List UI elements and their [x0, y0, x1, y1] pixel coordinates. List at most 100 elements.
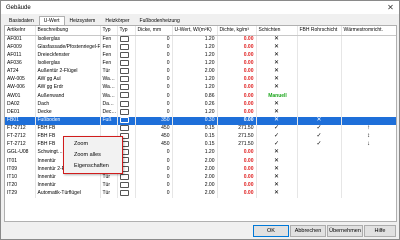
table-row[interactable]: AF036 Isolierglas Fen 0 1.20 0.00 ✕ [5, 59, 396, 68]
cell-beschreibung: AW gg Aul [35, 76, 101, 85]
cell-waermestrom [341, 76, 396, 85]
cell-artikelnr: DE01 [5, 108, 36, 117]
table-row[interactable]: AW01 Außenwand Wa… 0 0.86 0.00 Manuell [5, 92, 396, 101]
table-row[interactable]: DA02 Dach Da… 0 0.26 0.00 ✕ [5, 100, 396, 109]
table-row[interactable]: IT20 Innentür Tür 0 2.00 0.00 ✕ [5, 181, 396, 190]
cell-u-wert: 1.20 [172, 35, 218, 44]
cell-artikelnr: FT-2712 [5, 124, 36, 133]
cell-u-wert: 2.00 [172, 189, 218, 198]
cell-dicke: 0 [135, 189, 173, 198]
cell-typ-icon [117, 108, 136, 117]
cell-artikelnr: IT20 [5, 181, 36, 190]
cell-fbh [297, 92, 342, 101]
table-row[interactable]: FB01 Fußboden Fuß 350 0.30 0.00 ✕ ✕ [5, 116, 396, 125]
cell-typ: Wa… [100, 84, 118, 93]
cell-schichten: ✕ [256, 165, 298, 174]
cell-waermestrom [341, 92, 396, 101]
menu-item-zoom[interactable]: Zoom [74, 141, 88, 147]
cell-dichte: 0.00 [217, 100, 257, 109]
menu-item-zoom-alles[interactable]: Zoom alles [74, 152, 101, 158]
cell-dicke: 450 [135, 124, 173, 133]
cell-waermestrom [341, 165, 396, 174]
table-row[interactable]: IT29 Automatik-Türflügel Tür 0 2.00 0.00 ✕ [5, 189, 396, 198]
cell-waermestrom [341, 189, 396, 198]
col-typ-icon[interactable]: Typ [117, 26, 136, 36]
cell-typ-icon [117, 116, 136, 125]
cell-schichten: ✕ [256, 116, 298, 125]
cell-waermestrom [341, 35, 396, 44]
cell-schichten: ✕ [256, 68, 298, 77]
cell-schichten: ✕ [256, 84, 298, 93]
table-row[interactable]: FT-2712 FBH FB 450 0.15 271.50 ✓ ✓ ↑ [5, 124, 396, 133]
col-u-wert[interactable]: U-Wert, W/(m²K) [172, 26, 218, 36]
cell-artikelnr: IT10 [5, 173, 36, 182]
menu-item-eigenschaften[interactable]: Eigenschaften [74, 163, 109, 169]
title-bar: Gebäude ✕ [1, 1, 399, 14]
cell-waermestrom [341, 100, 396, 109]
table-row[interactable]: IT10 Innentür Tür 0 2.00 0.00 ✕ [5, 173, 396, 182]
cell-u-wert: 1.20 [172, 43, 218, 52]
cell-fbh: ✓ [297, 141, 342, 150]
cell-fbh [297, 59, 342, 68]
cell-fbh: ✓ [297, 133, 342, 142]
cell-u-wert: 1.20 [172, 59, 218, 68]
col-typ[interactable]: Typ [100, 26, 118, 36]
ok-button[interactable]: OK [253, 225, 289, 237]
cell-typ-icon [117, 100, 136, 109]
cell-dichte: 0.00 [217, 116, 257, 125]
table-row[interactable]: DE01 Decke Dec… 0 1.20 0.00 ✕ [5, 108, 396, 117]
table-row[interactable]: AF011 Dreieckfenster Fen 0 1.20 0.00 ✕ [5, 51, 396, 60]
cell-typ: Wa… [100, 76, 118, 85]
cell-dicke: 0 [135, 108, 173, 117]
cell-fbh [297, 100, 342, 109]
table-row[interactable]: AW-005 AW gg Aul Wa… 0 1.20 0.00 ✕ [5, 76, 396, 85]
apply-button[interactable]: Übernehmen [327, 225, 363, 237]
cell-waermestrom [341, 181, 396, 190]
cell-schichten: Manuell [256, 92, 298, 101]
cell-waermestrom [341, 108, 396, 117]
col-beschreibung[interactable]: Beschreibung [35, 26, 101, 36]
cell-typ-icon [117, 35, 136, 44]
help-button[interactable]: Hilfe [364, 225, 396, 237]
col-dichte[interactable]: Dichte, kg/m³ [217, 26, 257, 36]
table-row[interactable]: AF009Glasfassade/Pfostenriegel-FassadeFe… [5, 43, 396, 52]
col-dicke[interactable]: Dicke, mm [135, 26, 173, 36]
col-waermestromrichtung[interactable]: Wärmestromricht. [341, 26, 396, 36]
cell-dicke: 450 [135, 141, 173, 150]
element-type-icon [119, 43, 129, 50]
cell-fbh [297, 35, 342, 44]
cell-artikelnr: AW01 [5, 92, 36, 101]
element-type-icon [119, 189, 129, 196]
cell-dichte: 0.00 [217, 165, 257, 174]
cell-u-wert: 0.15 [172, 133, 218, 142]
cell-beschreibung: Fußboden [35, 116, 101, 125]
cell-fbh [297, 43, 342, 52]
cell-fbh [297, 173, 342, 182]
cell-typ: Fuß [100, 116, 118, 125]
table-row[interactable]: AW-006 AW gg Erdr Wa… 0 1.20 0.00 ✕ [5, 84, 396, 93]
cell-typ-icon [117, 173, 136, 182]
element-type-icon [119, 181, 129, 188]
cell-typ: Fen [100, 43, 118, 52]
cell-schichten: ✓ [256, 133, 298, 142]
col-schichten[interactable]: Schichten [256, 26, 298, 36]
col-fbh-rohrschicht[interactable]: FBH Rohrschicht [297, 26, 342, 36]
close-icon[interactable]: ✕ [386, 3, 395, 12]
table-row[interactable]: AF001 Isolierglas Fen 0 1.20 0.00 ✕ [5, 35, 396, 44]
cell-u-wert: 0.26 [172, 100, 218, 109]
cell-dichte: 271.50 [217, 133, 257, 142]
col-artikelnr[interactable]: Artikelnr [5, 26, 36, 36]
cell-artikelnr: GGL-U08 [5, 149, 36, 158]
cell-fbh [297, 165, 342, 174]
cell-u-wert: 2.00 [172, 165, 218, 174]
cell-dicke: 0 [135, 173, 173, 182]
cell-beschreibung: Dach [35, 100, 101, 109]
cancel-button[interactable]: Abbrechen [290, 225, 326, 237]
cell-artikelnr: IT29 [5, 189, 36, 198]
table-row[interactable]: AT24 Außentür 2-Flügel Tür 0 2.00 0.00 ✕ [5, 68, 396, 77]
cell-waermestrom [341, 68, 396, 77]
cell-dichte: 0.00 [217, 157, 257, 166]
cell-fbh: ✓ [297, 124, 342, 133]
dialog-window: Gebäude ✕ Basisdaten U-Wert Heizsystem H… [0, 0, 400, 240]
cell-waermestrom [341, 51, 396, 60]
